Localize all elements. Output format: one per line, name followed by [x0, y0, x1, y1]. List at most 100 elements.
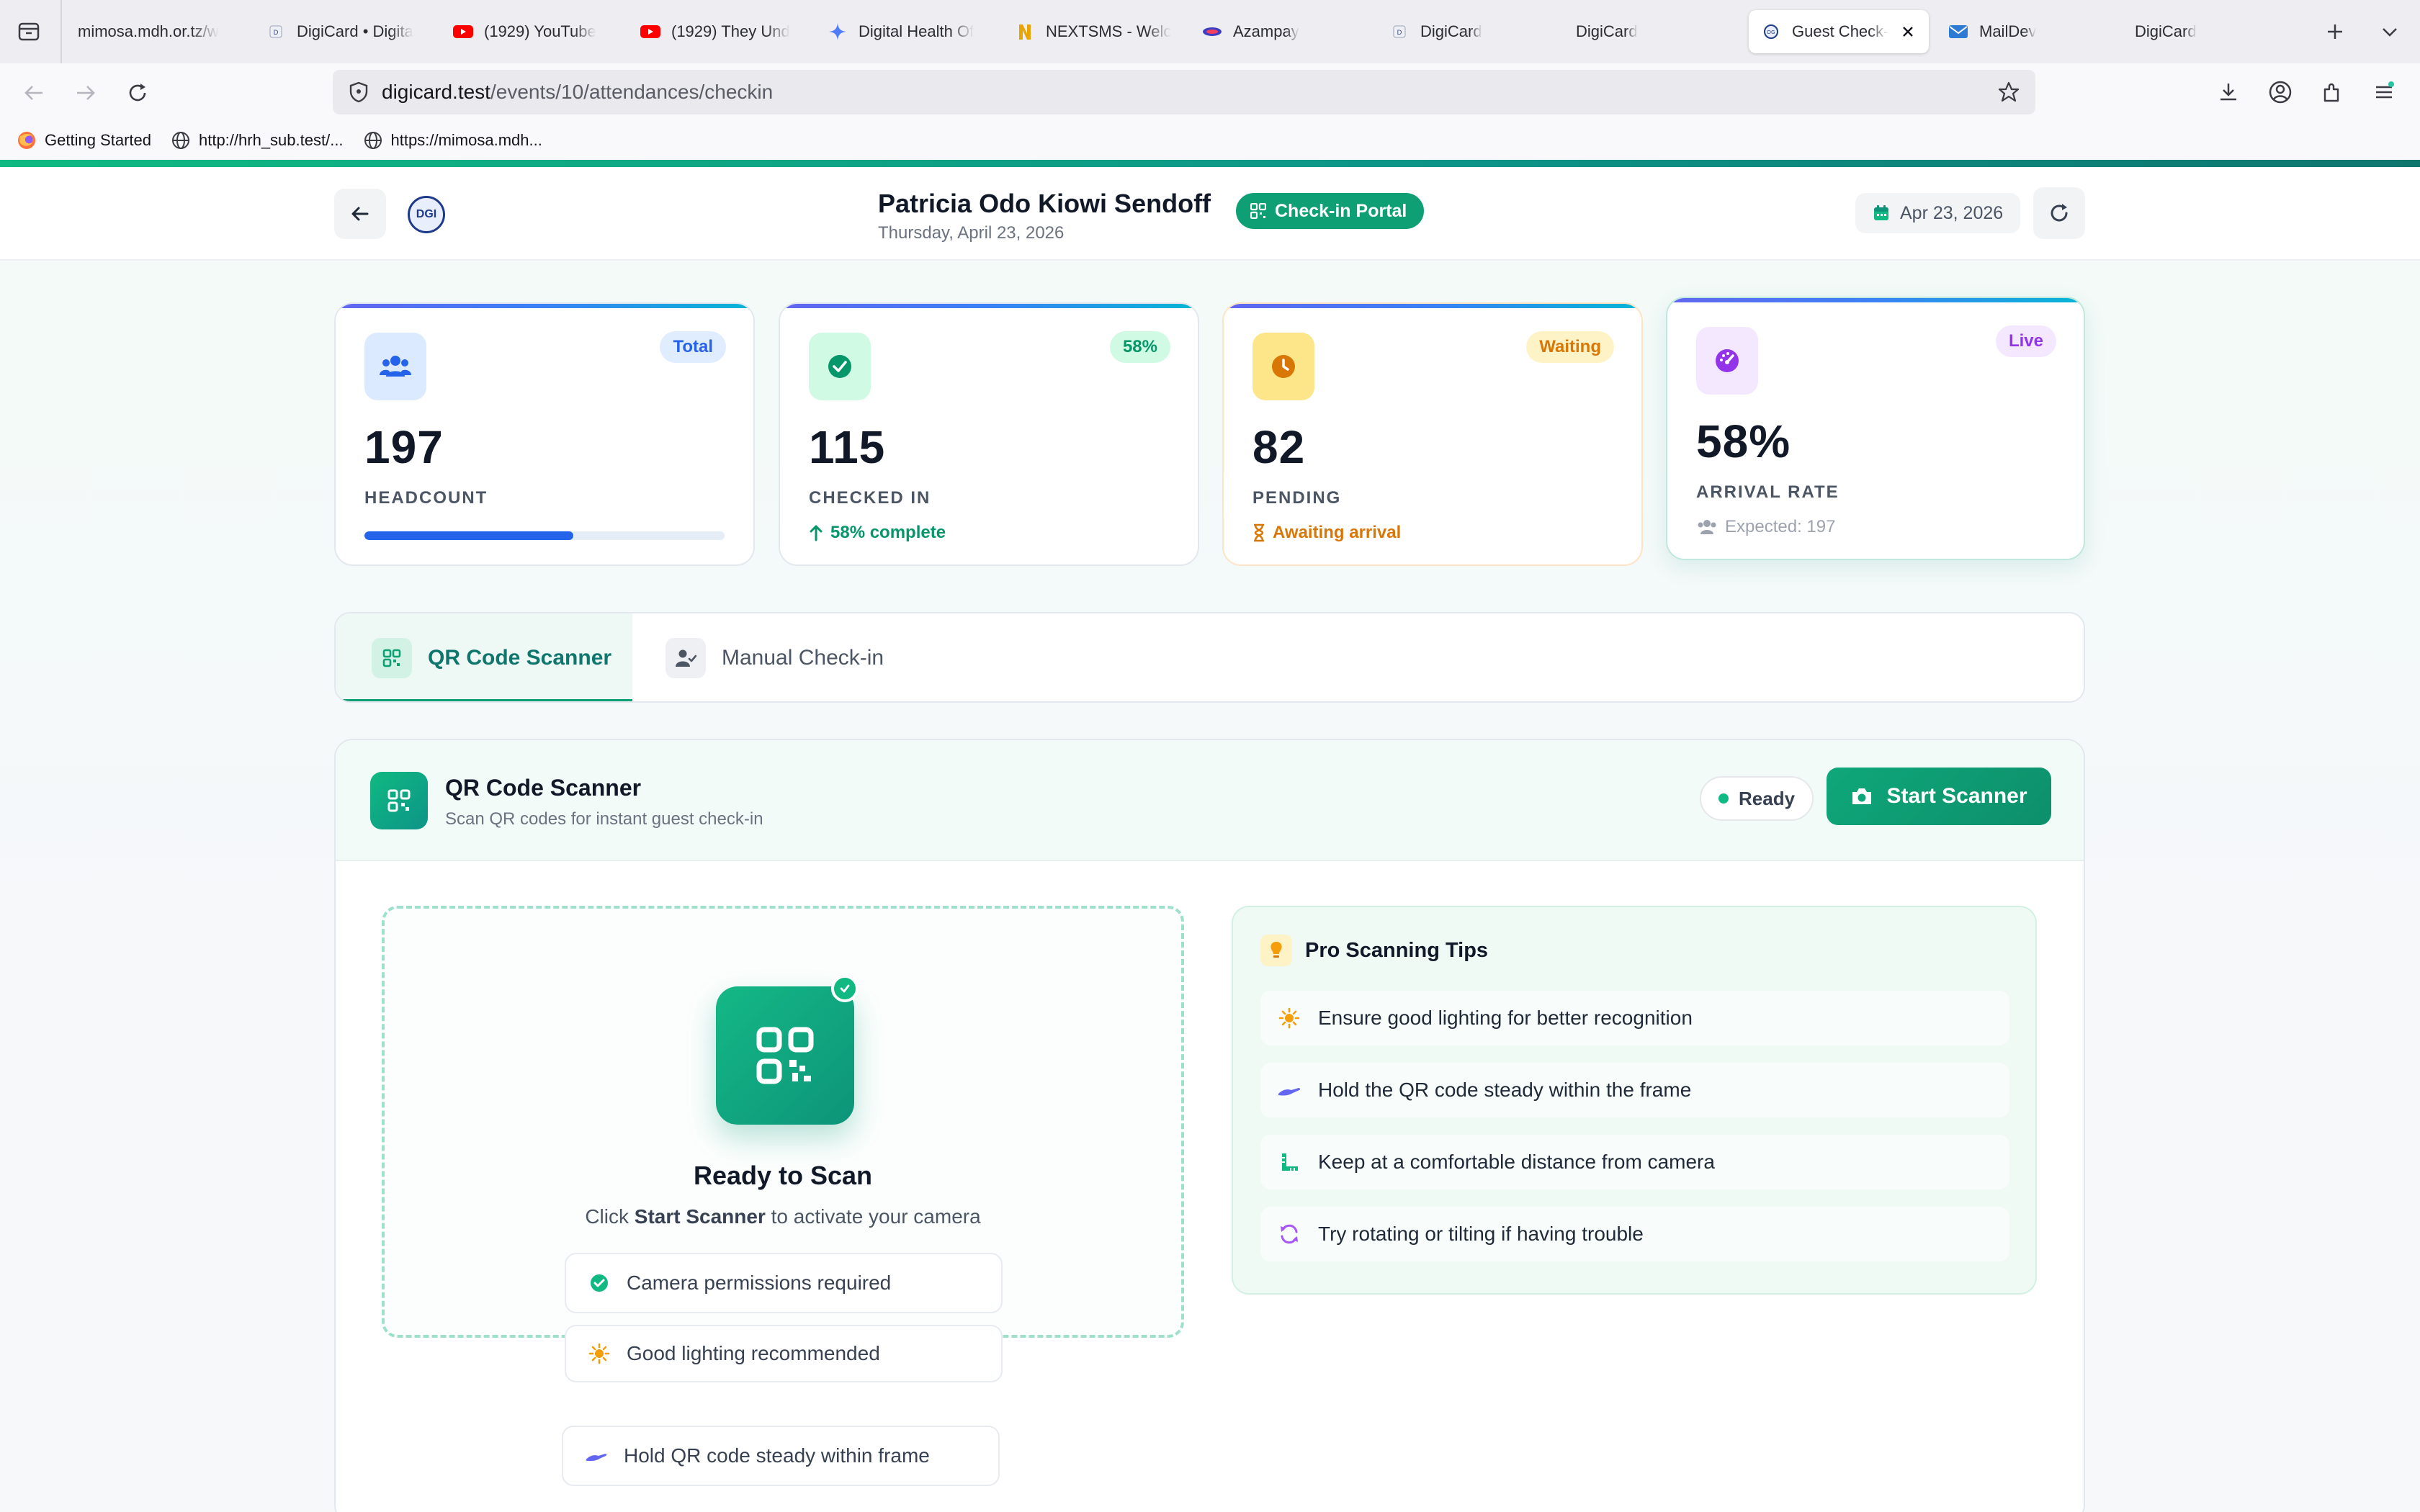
ready-to-scan-subtitle: Click Start Scanner to activate your cam…	[385, 1205, 1181, 1228]
browser-tab-label: (1929) YouTube	[484, 22, 596, 40]
url-text: digicard.test/events/10/attendances/chec…	[382, 81, 773, 104]
bookmark-item[interactable]: https://mimosa.mdh...	[362, 130, 542, 151]
tip-label: Keep at a comfortable distance from came…	[1318, 1151, 1715, 1173]
menu-icon[interactable]	[2368, 76, 2400, 108]
qr-code-icon	[716, 986, 854, 1125]
new-tab-icon[interactable]	[2319, 16, 2351, 48]
page-body: Total 197 HEADCOUNT 58% 115 CHECKED IN 5…	[0, 261, 2420, 1512]
browser-tab[interactable]: Azampay	[1190, 10, 1370, 53]
browser-tab[interactable]: (1929) YouTube	[441, 10, 621, 53]
back-button[interactable]	[334, 189, 386, 239]
download-icon[interactable]	[2213, 76, 2244, 108]
checked-in-sub-text: 58% complete	[830, 523, 946, 542]
url-bar[interactable]: digicard.test/events/10/attendances/chec…	[333, 70, 2035, 114]
globe-icon	[170, 130, 192, 151]
header-accent-line	[0, 160, 2420, 167]
tab-overview-icon[interactable]	[13, 16, 45, 48]
status-dot	[1718, 793, 1729, 804]
close-icon[interactable]	[1899, 22, 1917, 41]
arrival-rate-label: ARRIVAL RATE	[1696, 482, 1839, 502]
tip-label: Try rotating or tilting if having troubl…	[1318, 1223, 1644, 1245]
tab-qr-scanner-label: QR Code Scanner	[428, 646, 612, 670]
bookmark-star-icon[interactable]	[1995, 78, 2022, 106]
gemini-icon	[827, 21, 848, 42]
qr-icon	[1250, 203, 1266, 219]
browser-tab-label: Azampay	[1233, 22, 1299, 40]
tip-item: Try rotating or tilting if having troubl…	[1260, 1207, 2009, 1261]
browser-tab-active[interactable]: DG Guest Check-	[1749, 10, 1929, 53]
nextsms-icon	[1014, 21, 1036, 42]
digicard-icon: D	[265, 21, 287, 42]
arrow-left-icon	[351, 207, 369, 221]
tip-item: Keep at a comfortable distance from came…	[1260, 1135, 2009, 1189]
scanner-status-badge: Ready	[1700, 776, 1814, 821]
tip-item: Ensure good lighting for better recognit…	[1260, 991, 2009, 1045]
bookmark-item[interactable]: http://hrh_sub.test/...	[170, 130, 344, 151]
forward-arrow-icon[interactable]	[68, 75, 104, 111]
youtube-icon	[452, 21, 474, 42]
calendar-icon	[1874, 205, 1888, 220]
site-info-icon[interactable]	[346, 79, 372, 105]
scan-zone: Ready to Scan Click Start Scanner to act…	[382, 906, 1184, 1382]
check-badge-icon	[831, 975, 859, 1002]
digicard-icon: DG	[1760, 21, 1782, 42]
clock-icon	[1252, 333, 1314, 400]
globe-icon	[362, 130, 384, 151]
refresh-button[interactable]	[2033, 187, 2085, 239]
headcount-progress	[364, 531, 725, 540]
start-scanner-label: Start Scanner	[1886, 784, 2027, 808]
digicard-icon: D	[1389, 21, 1410, 42]
lightbulb-icon	[1260, 935, 1292, 966]
requirement-item: Camera permissions required	[565, 1253, 1003, 1313]
hand-icon	[1276, 1077, 1302, 1103]
date-chip: Apr 23, 2026	[1855, 193, 2021, 233]
refresh-icon	[2051, 204, 2068, 222]
requirement-label: Camera permissions required	[627, 1272, 892, 1294]
qr-icon	[372, 638, 412, 678]
user-check-icon	[666, 638, 706, 678]
chevron-down-icon[interactable]	[2374, 16, 2406, 48]
start-scanner-button[interactable]: Start Scanner	[1827, 768, 2051, 825]
sun-icon	[1276, 1005, 1302, 1031]
extensions-icon[interactable]	[2316, 76, 2348, 108]
back-arrow-icon[interactable]	[16, 75, 52, 111]
qr-icon	[370, 772, 428, 829]
browser-tab[interactable]: DigiCard	[1564, 10, 1744, 53]
tip-item: Hold the QR code steady within the frame	[1260, 1063, 2009, 1117]
bookmark-label: https://mimosa.mdh...	[390, 131, 542, 149]
browser-tab[interactable]: NEXTSMS - Welc	[1003, 10, 1183, 53]
scanner-status-label: Ready	[1739, 787, 1796, 809]
checked-in-label: CHECKED IN	[809, 488, 931, 508]
camera-icon	[1852, 788, 1872, 804]
date-chip-label: Apr 23, 2026	[1900, 202, 2004, 223]
scanner-title: QR Code Scanner	[445, 775, 642, 801]
requirement-item: Hold QR code steady within frame	[562, 1426, 1000, 1486]
browser-tab[interactable]: DigiCard	[2123, 10, 2303, 53]
bookmarks-bar: Getting Started http://hrh_sub.test/... …	[0, 122, 2420, 158]
account-icon[interactable]	[2264, 76, 2296, 108]
browser-tab-label: mimosa.mdh.or.tz/w	[78, 22, 219, 40]
svg-text:DG: DG	[1767, 30, 1775, 35]
mode-tabs: QR Code Scanner Manual Check-in	[334, 612, 2085, 703]
browser-tab[interactable]: MailDev	[1936, 10, 2116, 53]
browser-tab-label: Guest Check-	[1792, 22, 1889, 40]
azampay-icon	[1201, 21, 1223, 42]
browser-tab[interactable]: D DigiCard • Digita	[254, 10, 434, 53]
browser-tab-label: MailDev	[1979, 22, 2037, 40]
browser-tab[interactable]: mimosa.mdh.or.tz/w	[66, 10, 246, 53]
browser-tab[interactable]: (1929) They Und	[628, 10, 808, 53]
bookmark-item[interactable]: Getting Started	[16, 130, 151, 151]
ruler-icon	[1276, 1149, 1302, 1175]
pro-tips-header: Pro Scanning Tips	[1260, 935, 1488, 966]
browser-tab-label: NEXTSMS - Welc	[1046, 22, 1171, 40]
browser-tab[interactable]: D DigiCard	[1377, 10, 1557, 53]
tab-manual-check-in[interactable]: Manual Check-in	[666, 613, 884, 701]
reload-icon[interactable]	[120, 75, 156, 111]
browser-tab-label: DigiCard	[1576, 22, 1638, 40]
tab-qr-scanner[interactable]: QR Code Scanner	[336, 613, 632, 701]
waiting-badge: Waiting	[1526, 331, 1614, 363]
browser-tab-label: DigiCard • Digita	[297, 22, 413, 40]
tab-separator	[60, 0, 62, 63]
browser-tab[interactable]: Digital Health Of	[815, 10, 995, 53]
url-host: digicard.test	[382, 81, 490, 103]
